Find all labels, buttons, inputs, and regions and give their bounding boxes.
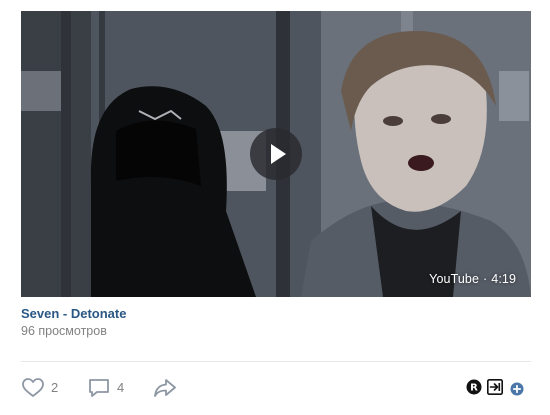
export-icon: [487, 379, 503, 395]
r-badge-icon: R: [466, 379, 482, 395]
share-button[interactable]: [152, 375, 180, 401]
divider: [21, 361, 531, 362]
export-extension-button[interactable]: [487, 379, 503, 395]
view-count: 96 просмотров: [21, 324, 107, 338]
r-extension-button[interactable]: R: [466, 379, 482, 395]
video-title[interactable]: Seven - Detonate: [21, 306, 126, 321]
play-icon: [271, 144, 286, 164]
video-duration: 4:19: [491, 272, 516, 286]
video-source: YouTube: [429, 272, 479, 286]
video-post: YouTube · 4:19 Seven - Detonate 96 просмот…: [0, 0, 550, 415]
comment-count: 4: [117, 380, 125, 395]
video-thumbnail[interactable]: YouTube · 4:19: [21, 11, 531, 297]
add-button[interactable]: [510, 382, 524, 396]
heart-icon: [22, 378, 44, 397]
plus-icon: [510, 382, 524, 396]
meta-separator: ·: [483, 272, 488, 286]
like-count: 2: [51, 380, 59, 395]
video-meta: YouTube · 4:19: [429, 272, 516, 286]
play-button[interactable]: [250, 128, 302, 180]
svg-text:R: R: [470, 383, 478, 394]
comment-button[interactable]: 4: [87, 375, 129, 401]
share-icon: [154, 379, 176, 397]
comment-icon: [89, 379, 109, 397]
like-button[interactable]: 2: [21, 375, 63, 401]
